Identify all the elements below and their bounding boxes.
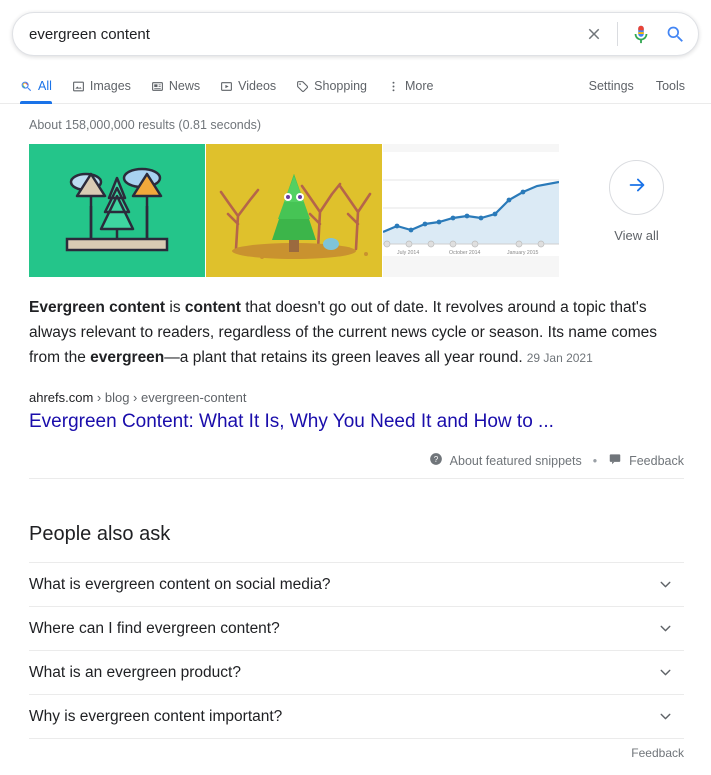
view-all-label: View all — [614, 228, 659, 243]
snippet-text-part: evergreen — [90, 349, 165, 366]
traffic-chart-thumbnail[interactable]: July 2014 October 2014 January 2015 — [383, 144, 559, 277]
snippet-text-part: —a plant that retains its green leaves a… — [164, 349, 523, 366]
close-icon[interactable] — [577, 17, 611, 51]
people-also-ask-section: People also ask What is evergreen conten… — [29, 523, 684, 760]
view-all-circle — [609, 160, 664, 215]
snippet-text-part: content — [184, 299, 241, 316]
tab-all[interactable]: All — [12, 79, 62, 104]
search-icon — [20, 80, 33, 93]
search-input[interactable] — [29, 13, 577, 55]
snippet-thumbnails: July 2014 October 2014 January 2015 View… — [29, 144, 684, 277]
paa-footer: Feedback — [29, 738, 684, 760]
result-domain: ahrefs.com — [29, 390, 94, 405]
chevron-down-icon[interactable] — [657, 576, 684, 593]
feedback-flag-icon[interactable] — [608, 452, 622, 469]
tab-videos[interactable]: Videos — [210, 79, 286, 103]
tab-label: All — [38, 79, 52, 93]
paa-question-text: What is evergreen content on social medi… — [29, 575, 331, 593]
nav-tabs-right: Settings Tools — [589, 79, 699, 103]
footer-separator: • — [592, 453, 598, 468]
paa-question-text: What is an evergreen product? — [29, 663, 241, 681]
search-nav-tabs: All Images News Videos Shopping More Set… — [0, 66, 711, 104]
tab-label: Shopping — [314, 79, 367, 93]
search-divider — [617, 22, 618, 46]
snippet-date: 29 Jan 2021 — [526, 351, 593, 365]
chevron-down-icon[interactable] — [657, 620, 684, 637]
paa-question-4[interactable]: Why is evergreen content important? — [29, 694, 684, 738]
video-icon — [220, 80, 233, 93]
snippet-footer: ? About featured snippets • Feedback — [29, 452, 684, 479]
snippet-text-part: Evergreen content — [29, 299, 166, 316]
result-breadcrumb: › blog › evergreen-content — [93, 390, 247, 405]
result-stats: About 158,000,000 results (0.81 seconds) — [29, 118, 262, 132]
chevron-down-icon[interactable] — [657, 708, 684, 725]
evergreen-tree-cartoon-thumbnail[interactable] — [206, 144, 382, 277]
tab-label: News — [168, 79, 201, 93]
search-icon[interactable] — [658, 17, 692, 51]
chart-tick-july-2014: July 2014 — [397, 250, 419, 256]
tab-shopping[interactable]: Shopping — [286, 79, 377, 103]
paa-question-text: Why is evergreen content important? — [29, 707, 283, 725]
help-circle-icon[interactable]: ? — [429, 452, 443, 469]
tab-images[interactable]: Images — [62, 79, 141, 103]
search-box[interactable] — [12, 12, 699, 56]
paa-question-text: Where can I find evergreen content? — [29, 619, 280, 637]
tab-label: Images — [89, 79, 131, 93]
tab-more[interactable]: More — [377, 79, 443, 103]
paa-question-2[interactable]: Where can I find evergreen content? — [29, 606, 684, 650]
news-icon — [151, 80, 164, 93]
tab-label: More — [405, 79, 434, 93]
chart-tick-january-2015: January 2015 — [507, 250, 539, 256]
microphone-icon[interactable] — [624, 17, 658, 51]
settings-button[interactable]: Settings — [589, 79, 634, 93]
paa-question-3[interactable]: What is an evergreen product? — [29, 650, 684, 694]
people-also-ask-title: People also ask — [29, 523, 171, 545]
forest-illustration-thumbnail[interactable] — [29, 144, 205, 277]
nav-tabs-left: All Images News Videos Shopping More — [12, 79, 443, 104]
result-url[interactable]: ahrefs.com › blog › evergreen-content — [29, 390, 684, 405]
tag-icon — [296, 80, 309, 93]
view-all-button[interactable]: View all — [589, 144, 684, 243]
paa-question-1[interactable]: What is evergreen content on social medi… — [29, 562, 684, 606]
about-featured-snippets-link[interactable]: About featured snippets — [450, 454, 582, 468]
search-header — [0, 0, 711, 56]
featured-snippet-text: Evergreen content is content that doesn'… — [29, 295, 684, 371]
tab-news[interactable]: News — [141, 79, 210, 103]
more-vertical-icon — [387, 80, 400, 93]
tools-button[interactable]: Tools — [656, 79, 685, 93]
arrow-right-icon — [626, 174, 648, 201]
image-icon — [72, 80, 85, 93]
results-area: About 158,000,000 results (0.81 seconds) — [0, 104, 711, 760]
chart-tick-october-2014: October 2014 — [449, 250, 481, 256]
svg-text:?: ? — [433, 455, 438, 464]
tab-label: Videos — [238, 79, 277, 93]
snippet-text-part: is — [165, 299, 185, 316]
chevron-down-icon[interactable] — [657, 664, 684, 681]
snippet-feedback-link[interactable]: Feedback — [629, 454, 684, 468]
paa-feedback-link[interactable]: Feedback — [631, 746, 684, 760]
featured-snippet: July 2014 October 2014 January 2015 View… — [29, 144, 684, 479]
result-title-link[interactable]: Evergreen Content: What It Is, Why You N… — [29, 409, 684, 435]
